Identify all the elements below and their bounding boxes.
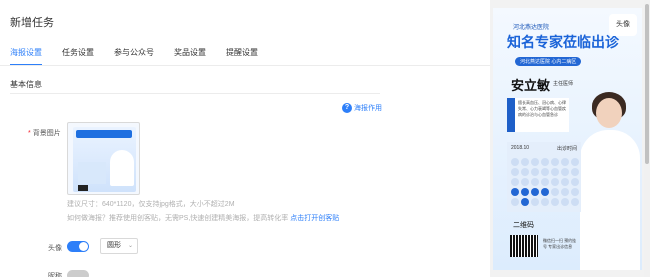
- open-chuangkit-link[interactable]: 点击打开创客贴: [290, 215, 339, 222]
- poster-help-label: 海报作用: [354, 105, 382, 112]
- poster-preview: 河北燕达医院 知名专家莅临出诊 河北燕达医院 心内二病区 安立敏 主任医师 擅长…: [493, 8, 642, 270]
- doctor-photo: [578, 80, 642, 270]
- poster-tag: 河北燕达医院 心内二病区: [515, 57, 582, 66]
- poster-description: 擅长高血压、冠心病、心律失常、心力衰竭等心血管疾病的诊治与心血管急诊: [507, 98, 569, 132]
- tab-task-settings[interactable]: 任务设置: [62, 47, 94, 66]
- background-image-thumbnail[interactable]: [67, 122, 140, 195]
- tab-divider: [0, 65, 490, 66]
- calendar-grid: [511, 158, 579, 206]
- tab-poster-settings[interactable]: 海报设置: [10, 47, 42, 66]
- avatar-toggle[interactable]: [67, 241, 89, 252]
- page-title: 新增任务: [10, 17, 54, 29]
- howto-hint: 如何做海报？推荐使用创客贴，无需PS,快速创建精美海报，提高转化率 点击打开创客…: [67, 215, 340, 222]
- poster-calendar: 2018.10 出诊时间: [507, 142, 581, 212]
- poster-doctor-name: 安立敏: [511, 78, 551, 93]
- section-title: 基本信息: [10, 80, 42, 89]
- poster-avatar-badge[interactable]: 头像: [609, 14, 637, 36]
- avatar-shape-value: 圆形: [107, 242, 121, 249]
- tab-accounts[interactable]: 参与公众号: [114, 47, 154, 66]
- poster-doctor-rank: 主任医师: [553, 81, 574, 87]
- poster-hospital: 河北燕达医院: [513, 25, 550, 31]
- thumbnail-calendar: [78, 162, 106, 184]
- poster-help-link[interactable]: ? 海报作用: [342, 103, 382, 113]
- avatar-label: 头像: [48, 245, 62, 252]
- nickname-label: 昵称: [48, 273, 62, 277]
- scrollbar-thumb[interactable]: [645, 4, 649, 164]
- calendar-note: 出诊时间: [556, 146, 577, 152]
- tab-prize-settings[interactable]: 奖品设置: [174, 47, 206, 66]
- tab-bar: 海报设置 任务设置 参与公众号 奖品设置 提醒设置: [10, 47, 258, 66]
- tab-reminder-settings[interactable]: 提醒设置: [226, 47, 258, 66]
- background-image-label: * 背景图片: [28, 130, 61, 137]
- size-hint: 建议尺寸：640*1120，仅支持jpg格式，大小不超过2M: [67, 201, 235, 208]
- calendar-month: 2018.10: [511, 145, 530, 151]
- thumbnail-image: [73, 127, 136, 192]
- qr-label: 二维码: [513, 222, 534, 229]
- nickname-toggle[interactable]: [67, 270, 89, 277]
- chevron-down-icon: ⌄: [127, 243, 133, 249]
- poster-headline: 知名专家莅临出诊: [507, 34, 619, 50]
- section-divider: [10, 93, 380, 94]
- thumbnail-banner: [76, 130, 132, 138]
- qr-code: [510, 235, 538, 257]
- avatar-shape-select[interactable]: 圆形 ⌄: [100, 238, 138, 254]
- thumbnail-doctor: [110, 150, 134, 186]
- question-circle-icon: ?: [342, 103, 352, 113]
- required-mark: *: [28, 130, 31, 137]
- qr-note: 微信扫一扫 预约挂号 专家出诊信息: [543, 238, 577, 249]
- thumbnail-qr: [78, 185, 88, 191]
